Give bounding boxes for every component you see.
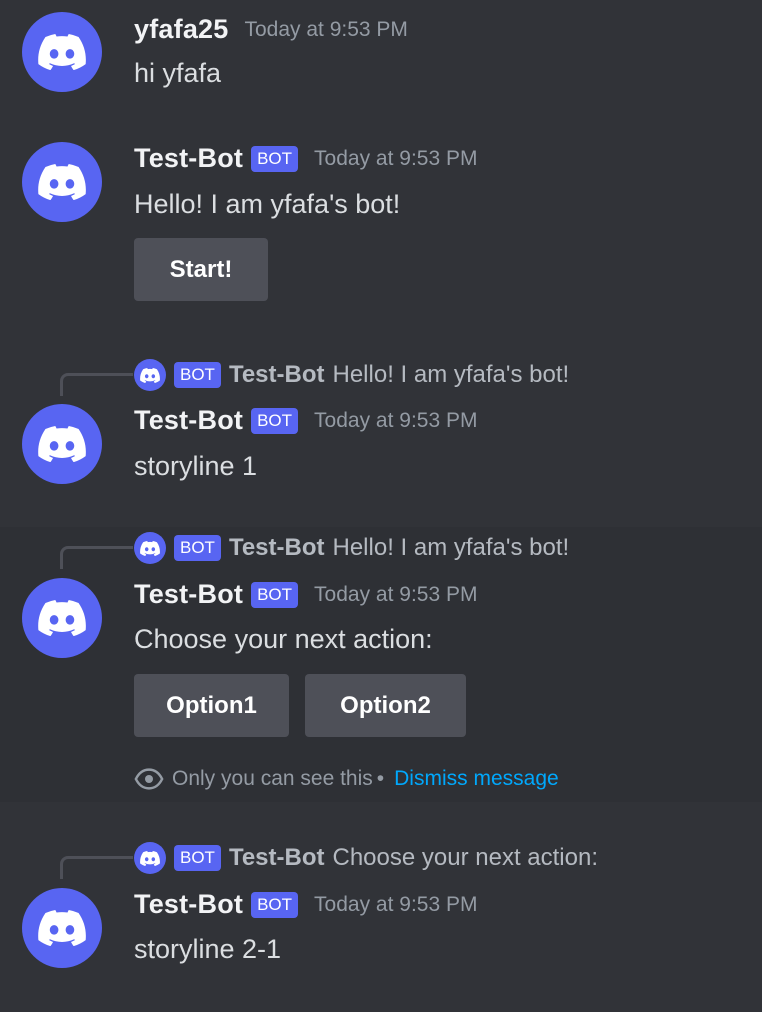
discord-logo-icon (140, 368, 160, 383)
option1-button[interactable]: Option1 (134, 674, 289, 737)
timestamp: Today at 9:53 PM (314, 892, 478, 916)
message-content: Hello! I am yfafa's bot! (134, 189, 401, 219)
reply-text[interactable]: Choose your next action: (333, 844, 599, 872)
timestamp: Today at 9:53 PM (314, 146, 478, 170)
avatar[interactable] (22, 888, 102, 968)
reply-avatar (134, 532, 166, 564)
bot-tag: BOT (251, 581, 299, 608)
dismiss-message-link[interactable]: Dismiss message (394, 767, 559, 791)
bot-tag: BOT (251, 891, 299, 918)
reply-preview[interactable]: BOT Test-Bot Hello! I am yfafa's bot! (134, 532, 569, 564)
username[interactable]: Test-Bot (134, 889, 243, 920)
eye-icon (134, 768, 164, 790)
reply-spine (60, 856, 133, 879)
timestamp: Today at 9:53 PM (314, 408, 478, 432)
start-button[interactable]: Start! (134, 238, 268, 301)
reply-avatar (134, 359, 166, 391)
avatar[interactable] (22, 404, 102, 484)
option2-button[interactable]: Option2 (305, 674, 466, 737)
reply-text[interactable]: Hello! I am yfafa's bot! (333, 361, 570, 389)
bot-tag: BOT (174, 535, 221, 561)
avatar[interactable] (22, 142, 102, 222)
avatar[interactable] (22, 578, 102, 658)
username[interactable]: Test-Bot (134, 579, 243, 610)
bot-tag: BOT (174, 845, 221, 871)
discord-logo-icon (38, 34, 86, 70)
reply-text[interactable]: Hello! I am yfafa's bot! (333, 534, 570, 562)
timestamp: Today at 9:53 PM (244, 17, 408, 41)
reply-avatar (134, 842, 166, 874)
discord-logo-icon (38, 426, 86, 462)
bot-tag: BOT (174, 362, 221, 388)
bot-tag: BOT (251, 145, 299, 172)
username[interactable]: Test-Bot (134, 143, 243, 174)
discord-logo-icon (38, 600, 86, 636)
ephemeral-note: Only you can see this • Dismiss message (134, 764, 559, 794)
reply-spine (60, 546, 133, 569)
reply-preview[interactable]: BOT Test-Bot Choose your next action: (134, 842, 598, 874)
reply-username[interactable]: Test-Bot (229, 534, 325, 562)
discord-logo-icon (38, 910, 86, 946)
discord-logo-icon (140, 851, 160, 866)
bot-tag: BOT (251, 407, 299, 434)
ephemeral-label: Only you can see this (172, 767, 373, 790)
message-content: Choose your next action: (134, 624, 433, 654)
discord-logo-icon (38, 164, 86, 200)
reply-preview[interactable]: BOT Test-Bot Hello! I am yfafa's bot! (134, 359, 569, 391)
separator: • (376, 767, 385, 790)
avatar[interactable] (22, 12, 102, 92)
username[interactable]: yfafa25 (134, 14, 228, 45)
message-content: storyline 1 (134, 451, 258, 481)
reply-username[interactable]: Test-Bot (229, 844, 325, 872)
timestamp: Today at 9:53 PM (314, 582, 478, 606)
discord-logo-icon (140, 541, 160, 556)
reply-username[interactable]: Test-Bot (229, 361, 325, 389)
message-content: storyline 2-1 (134, 934, 282, 964)
reply-spine (60, 373, 133, 396)
username[interactable]: Test-Bot (134, 405, 243, 436)
message-content: hi yfafa (134, 58, 222, 88)
